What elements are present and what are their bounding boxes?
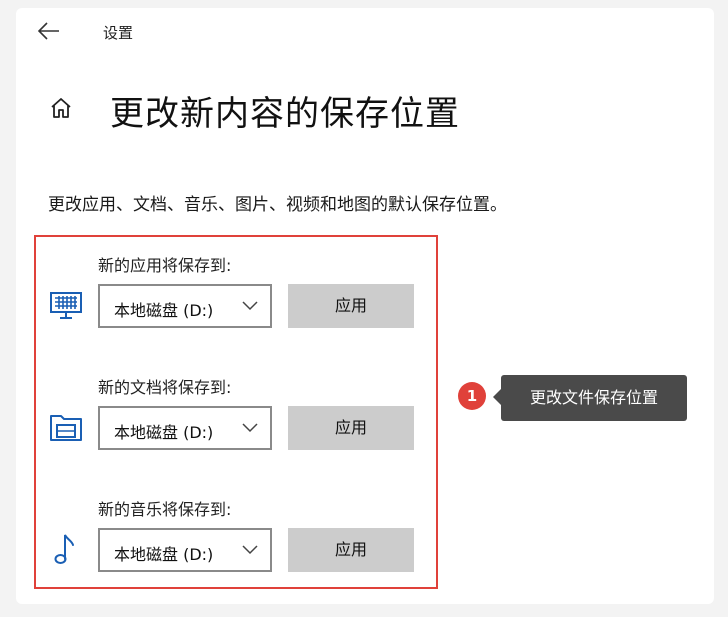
home-icon [51, 98, 71, 118]
back-arrow-icon[interactable] [38, 21, 60, 41]
documents-drive-dropdown[interactable]: 本地磁盘 (D:) [98, 406, 272, 450]
chevron-down-icon [242, 301, 258, 311]
callout-tooltip: 更改文件保存位置 [501, 375, 687, 421]
monitor-icon [50, 292, 82, 319]
apps-location-label: 新的应用将保存到: [98, 256, 232, 275]
page-description: 更改应用、文档、音乐、图片、视频和地图的默认保存位置。 [48, 195, 507, 215]
documents-location-label: 新的文档将保存到: [98, 378, 232, 397]
folder-drive-icon [50, 415, 82, 441]
documents-apply-button[interactable]: 应用 [288, 406, 414, 450]
music-apply-button[interactable]: 应用 [288, 528, 414, 572]
page-title: 更改新内容的保存位置 [110, 94, 460, 134]
music-location-label: 新的音乐将保存到: [98, 500, 232, 519]
callout-number-badge: 1 [458, 382, 486, 410]
music-note-icon [54, 534, 74, 564]
callout-arrow [493, 389, 501, 405]
music-drive-dropdown[interactable]: 本地磁盘 (D:) [98, 528, 272, 572]
chevron-down-icon [242, 423, 258, 433]
apps-drive-dropdown[interactable]: 本地磁盘 (D:) [98, 284, 272, 328]
app-title: 设置 [103, 24, 134, 42]
apps-drive-value: 本地磁盘 (D:) [114, 301, 214, 320]
apps-apply-button[interactable]: 应用 [288, 284, 414, 328]
documents-drive-value: 本地磁盘 (D:) [114, 423, 214, 442]
music-drive-value: 本地磁盘 (D:) [114, 545, 214, 564]
chevron-down-icon [242, 545, 258, 555]
